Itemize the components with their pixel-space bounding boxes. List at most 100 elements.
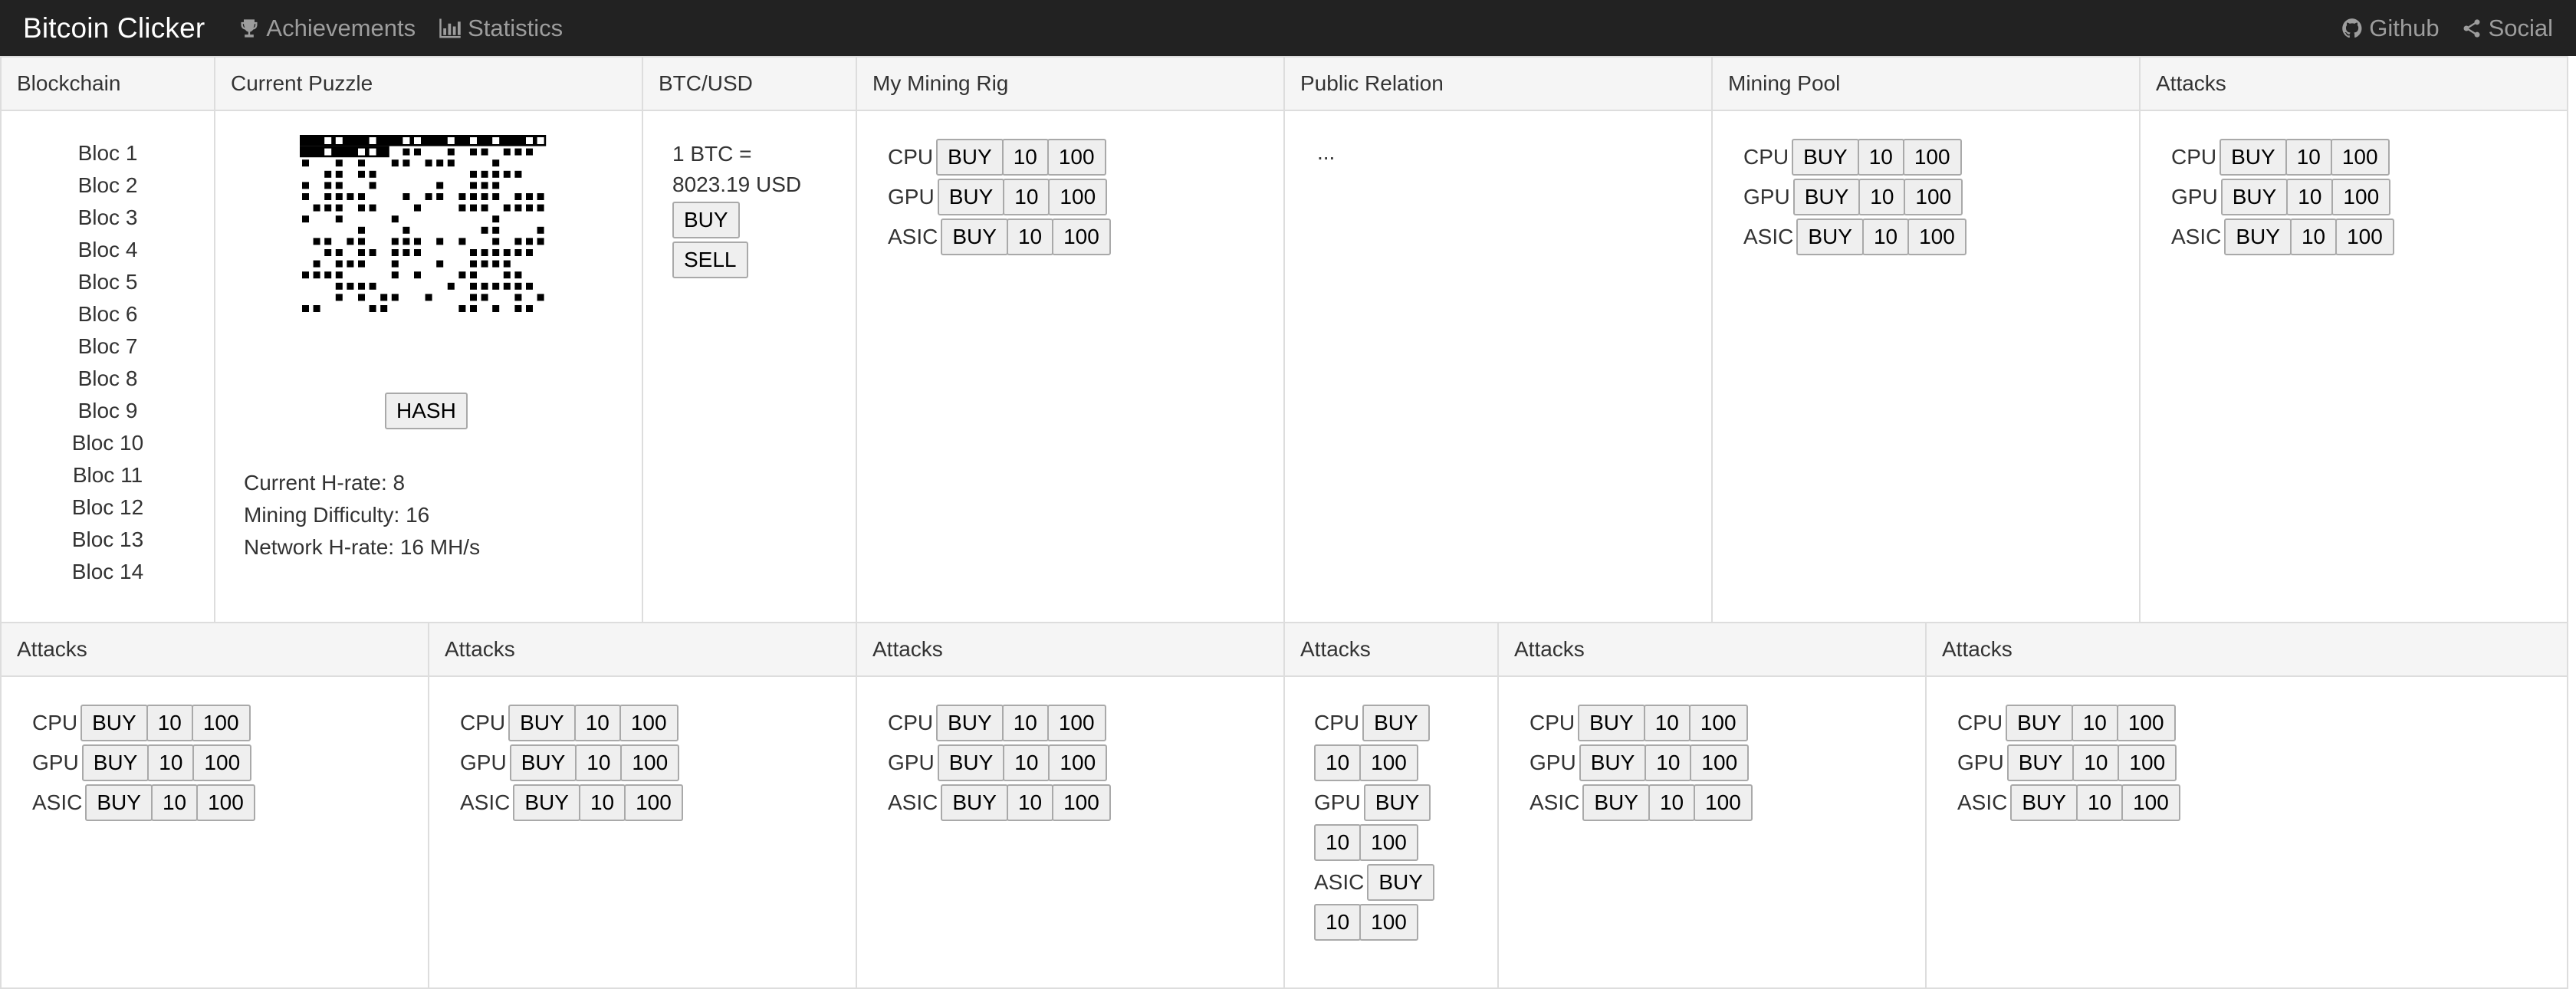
buy-100-button[interactable]: 100 (1046, 705, 1106, 741)
buy-10-button[interactable]: 10 (150, 784, 199, 821)
buy-button[interactable]: BUY (508, 705, 576, 741)
bloc-item[interactable]: Bloc 4 (2, 234, 214, 266)
buy-button[interactable]: BUY (509, 744, 577, 781)
buy-button[interactable]: BUY (1363, 784, 1431, 821)
buy-10-button[interactable]: 10 (2286, 179, 2334, 215)
bloc-item[interactable]: Bloc 3 (2, 202, 214, 234)
buy-10-button[interactable]: 10 (1006, 784, 1054, 821)
bloc-item[interactable]: Bloc 10 (2, 427, 214, 459)
sell-btc-button[interactable]: SELL (672, 242, 748, 278)
buy-10-button[interactable]: 10 (1648, 784, 1696, 821)
buy-100-button[interactable]: 100 (1902, 139, 1962, 176)
buy-100-button[interactable]: 100 (1359, 904, 1418, 941)
buy-100-button[interactable]: 100 (1048, 744, 1108, 781)
bloc-item[interactable]: Bloc 6 (2, 298, 214, 330)
buy-10-button[interactable]: 10 (1643, 705, 1691, 741)
buy-button[interactable]: BUY (81, 744, 150, 781)
buy-100-button[interactable]: 100 (1052, 219, 1111, 255)
buy-100-button[interactable]: 100 (196, 784, 255, 821)
bloc-item[interactable]: Bloc 5 (2, 266, 214, 298)
buy-100-button[interactable]: 100 (2330, 139, 2390, 176)
puzzle-grid[interactable] (300, 135, 547, 386)
buy-button[interactable]: BUY (1582, 784, 1650, 821)
buy-100-button[interactable]: 100 (192, 744, 252, 781)
buy-button[interactable]: BUY (85, 784, 153, 821)
buy-button[interactable]: BUY (941, 784, 1008, 821)
buy-button[interactable]: BUY (80, 705, 148, 741)
buy-button[interactable]: BUY (936, 705, 1004, 741)
buy-10-button[interactable]: 10 (2072, 744, 2120, 781)
buy-100-button[interactable]: 100 (2331, 179, 2391, 215)
buy-button[interactable]: BUY (1579, 744, 1647, 781)
buy-10-button[interactable]: 10 (2285, 139, 2332, 176)
buy-100-button[interactable]: 100 (1690, 744, 1750, 781)
buy-btc-button[interactable]: BUY (672, 202, 740, 238)
buy-100-button[interactable]: 100 (1688, 705, 1748, 741)
buy-100-button[interactable]: 100 (1904, 179, 1963, 215)
buy-100-button[interactable]: 100 (1359, 744, 1418, 781)
buy-100-button[interactable]: 100 (1048, 179, 1108, 215)
buy-10-button[interactable]: 10 (1003, 744, 1050, 781)
buy-10-button[interactable]: 10 (1314, 904, 1362, 941)
bloc-item[interactable]: Bloc 9 (2, 395, 214, 427)
buy-10-button[interactable]: 10 (1314, 744, 1362, 781)
buy-100-button[interactable]: 100 (1907, 219, 1967, 255)
buy-button[interactable]: BUY (2006, 705, 2073, 741)
buy-button[interactable]: BUY (1578, 705, 1645, 741)
buy-10-button[interactable]: 10 (1861, 219, 1910, 255)
bloc-item[interactable]: Bloc 14 (2, 556, 214, 588)
buy-10-button[interactable]: 10 (1001, 705, 1049, 741)
buy-button[interactable]: BUY (1362, 705, 1430, 741)
bloc-item[interactable]: Bloc 13 (2, 524, 214, 556)
buy-button[interactable]: BUY (2220, 139, 2287, 176)
nav-statistics[interactable]: Statistics (439, 15, 563, 42)
buy-100-button[interactable]: 100 (1046, 139, 1106, 176)
buy-100-button[interactable]: 100 (624, 784, 683, 821)
buy-10-button[interactable]: 10 (2075, 784, 2124, 821)
nav-achievements[interactable]: Achievements (238, 15, 416, 42)
buy-100-button[interactable]: 100 (2121, 784, 2180, 821)
buy-10-button[interactable]: 10 (147, 744, 195, 781)
buy-button[interactable]: BUY (2224, 219, 2292, 255)
buy-button[interactable]: BUY (937, 744, 1005, 781)
buy-100-button[interactable]: 100 (2116, 705, 2176, 741)
buy-button[interactable]: BUY (513, 784, 580, 821)
bloc-item[interactable]: Bloc 2 (2, 169, 214, 202)
buy-10-button[interactable]: 10 (1314, 824, 1362, 861)
hash-button[interactable]: HASH (385, 393, 468, 429)
buy-10-button[interactable]: 10 (578, 784, 626, 821)
buy-10-button[interactable]: 10 (1644, 744, 1692, 781)
buy-10-button[interactable]: 10 (1001, 139, 1049, 176)
brand-logo[interactable]: Bitcoin Clicker (23, 12, 205, 44)
buy-button[interactable]: BUY (2010, 784, 2078, 821)
bloc-item[interactable]: Bloc 8 (2, 363, 214, 395)
buy-100-button[interactable]: 100 (1359, 824, 1418, 861)
buy-10-button[interactable]: 10 (2071, 705, 2118, 741)
buy-100-button[interactable]: 100 (1694, 784, 1753, 821)
buy-button[interactable]: BUY (936, 139, 1004, 176)
buy-10-button[interactable]: 10 (146, 705, 193, 741)
buy-button[interactable]: BUY (1796, 219, 1864, 255)
buy-10-button[interactable]: 10 (1858, 179, 1906, 215)
buy-button[interactable]: BUY (937, 179, 1005, 215)
buy-10-button[interactable]: 10 (2289, 219, 2338, 255)
buy-100-button[interactable]: 100 (619, 705, 678, 741)
buy-10-button[interactable]: 10 (573, 705, 621, 741)
buy-button[interactable]: BUY (2220, 179, 2288, 215)
buy-10-button[interactable]: 10 (1006, 219, 1054, 255)
buy-button[interactable]: BUY (1792, 179, 1861, 215)
buy-button[interactable]: BUY (1792, 139, 1859, 176)
buy-100-button[interactable]: 100 (620, 744, 680, 781)
nav-social[interactable]: Social (2461, 15, 2553, 42)
bloc-item[interactable]: Bloc 11 (2, 459, 214, 491)
buy-button[interactable]: BUY (2006, 744, 2075, 781)
buy-100-button[interactable]: 100 (1052, 784, 1111, 821)
buy-100-button[interactable]: 100 (2335, 219, 2394, 255)
buy-10-button[interactable]: 10 (575, 744, 623, 781)
bloc-item[interactable]: Bloc 1 (2, 137, 214, 169)
buy-10-button[interactable]: 10 (1857, 139, 1904, 176)
buy-button[interactable]: BUY (941, 219, 1008, 255)
buy-10-button[interactable]: 10 (1003, 179, 1050, 215)
bloc-item[interactable]: Bloc 12 (2, 491, 214, 524)
nav-github[interactable]: Github (2341, 15, 2440, 42)
